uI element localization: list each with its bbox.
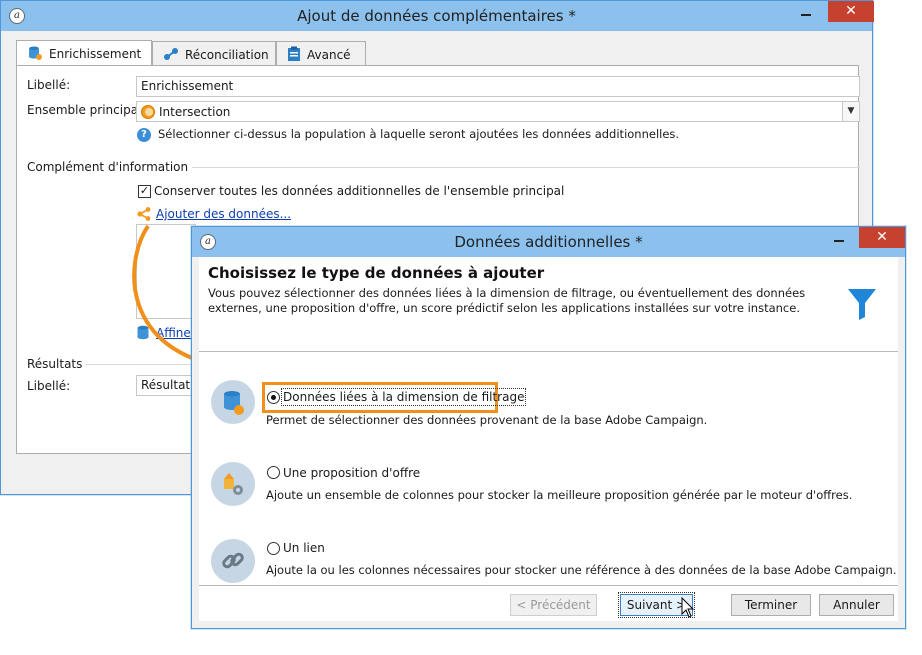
tab-avance[interactable]: Avancé — [276, 41, 366, 65]
link-chain-icon — [222, 552, 244, 569]
header-separator — [199, 351, 898, 352]
tab-avance-label: Avancé — [307, 48, 351, 62]
results-libelle-label: Libellé: — [27, 379, 71, 393]
finish-button[interactable]: Terminer — [731, 594, 811, 616]
dialog-header: Choisissez le type de données à ajouter … — [199, 257, 898, 349]
offer-gear-icon — [224, 473, 243, 495]
mouse-cursor-icon — [681, 597, 695, 618]
cancel-button[interactable]: Annuler — [819, 594, 894, 616]
tab-reconciliation[interactable]: Réconciliation — [152, 41, 276, 65]
add-data-link[interactable]: Ajouter des données... — [156, 207, 291, 221]
main-titlebar[interactable]: a Ajout de données complémentaires * ✕ — [1, 1, 874, 31]
option-1-radio[interactable] — [267, 391, 280, 404]
database-icon — [224, 391, 244, 415]
ensemble-hint: Sélectionner ci-dessus la population à l… — [158, 127, 680, 141]
option-3-label[interactable]: Un lien — [283, 541, 325, 555]
dialog-description: Vous pouvez sélectionner des données lié… — [208, 286, 806, 315]
option-1-label[interactable]: Données liées à la dimension de filtrage — [280, 388, 527, 406]
previous-button[interactable]: < Précédent — [510, 594, 597, 616]
option-2-label[interactable]: Une proposition d'offre — [283, 466, 420, 480]
conserver-checkbox[interactable]: ✓ — [138, 185, 151, 198]
option-3-description: Ajoute la ou les colonnes nécessaires po… — [266, 563, 897, 577]
intersection-icon — [141, 105, 155, 119]
option-3-radio[interactable] — [267, 542, 280, 555]
main-window-title: Ajout de données complémentaires * — [297, 7, 576, 25]
option-2-icon-bg — [211, 462, 255, 506]
database-gear-icon — [27, 45, 43, 64]
option-1-description: Permet de sélectionner des données prove… — [266, 413, 708, 427]
complement-section-title: Complément d'information — [27, 160, 193, 174]
close-button[interactable]: ✕ — [828, 1, 874, 22]
clipboard-icon — [287, 46, 301, 65]
dialog-titlebar[interactable]: a Données additionnelles * ✕ — [192, 227, 905, 257]
dialog-body: Choisissez le type de données à ajouter … — [199, 257, 898, 621]
ensemble-principal-label: Ensemble principal: — [27, 103, 146, 117]
dialog-title: Données additionnelles * — [454, 233, 643, 251]
tab-enrichissement-label: Enrichissement — [49, 47, 142, 61]
ensemble-principal-value: Intersection — [159, 105, 231, 119]
chevron-down-icon[interactable]: ▼ — [842, 102, 859, 121]
dialog-heading: Choisissez le type de données à ajouter — [208, 264, 545, 282]
funnel-icon — [847, 287, 877, 324]
conserver-label[interactable]: Conserver toutes les données additionnel… — [154, 184, 564, 198]
footer-separator — [199, 585, 898, 586]
option-2-radio[interactable] — [267, 466, 280, 479]
tab-reconciliation-label: Réconciliation — [185, 48, 269, 62]
minimize-button[interactable] — [826, 229, 852, 249]
results-section-title: Résultats — [27, 357, 87, 371]
additional-data-dialog: a Données additionnelles * ✕ Choisissez … — [191, 226, 906, 629]
tab-enrichissement[interactable]: Enrichissement — [16, 40, 152, 65]
close-button[interactable]: ✕ — [859, 227, 905, 248]
option-2-description: Ajoute un ensemble de colonnes pour stoc… — [266, 488, 853, 502]
option-1-icon-bg — [211, 380, 255, 424]
libelle-label: Libellé: — [27, 78, 71, 92]
libelle-input[interactable]: Enrichissement — [136, 76, 860, 97]
option-3-icon-bg — [211, 539, 255, 583]
minimize-button[interactable] — [793, 3, 819, 23]
ensemble-principal-select[interactable]: Intersection ▼ — [136, 101, 860, 122]
help-icon: ? — [137, 128, 151, 142]
link-nodes-icon — [163, 46, 179, 65]
